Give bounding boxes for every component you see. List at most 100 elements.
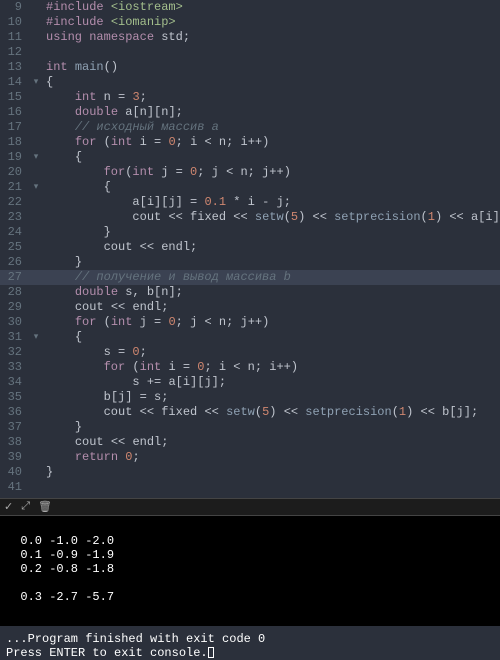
fold-icon <box>30 450 42 465</box>
code-content[interactable]: for (int j = 0; j < n; j++) <box>42 315 269 330</box>
fold-icon[interactable]: ▾ <box>30 180 42 195</box>
line-number: 12 <box>0 45 30 60</box>
fold-icon[interactable]: ▾ <box>30 150 42 165</box>
fold-icon <box>30 285 42 300</box>
line-number: 26 <box>0 255 30 270</box>
clear-icon[interactable]: 🗑 <box>38 500 52 514</box>
code-line[interactable]: 34 s += a[i][j]; <box>0 375 500 390</box>
code-content[interactable] <box>42 480 46 495</box>
code-content[interactable]: #include <iostream> <box>42 0 183 15</box>
code-line[interactable]: 13int main() <box>0 60 500 75</box>
code-content[interactable]: s += a[i][j]; <box>42 375 226 390</box>
fold-icon <box>30 225 42 240</box>
code-line[interactable]: 21▾ { <box>0 180 500 195</box>
code-content[interactable]: #include <iomanip> <box>42 15 176 30</box>
code-content[interactable]: } <box>42 465 53 480</box>
code-line[interactable]: 17 // исходный массив a <box>0 120 500 135</box>
code-line[interactable]: 40} <box>0 465 500 480</box>
fold-icon[interactable]: ▾ <box>30 330 42 345</box>
code-content[interactable]: cout << endl; <box>42 435 168 450</box>
code-content[interactable]: } <box>42 420 82 435</box>
check-icon[interactable]: ✓ <box>4 500 13 514</box>
code-line[interactable]: 9 #include <iostream> <box>0 0 500 15</box>
line-number: 14 <box>0 75 30 90</box>
code-line[interactable]: 30 for (int j = 0; j < n; j++) <box>0 315 500 330</box>
code-content[interactable]: // получение и вывод массива b <box>42 270 291 285</box>
code-line[interactable]: 32 s = 0; <box>0 345 500 360</box>
code-content[interactable]: for (int i = 0; i < n; i++) <box>42 360 298 375</box>
fold-icon <box>30 15 42 30</box>
line-number: 37 <box>0 420 30 435</box>
code-content[interactable]: b[j] = s; <box>42 390 168 405</box>
code-line[interactable]: 25 cout << endl; <box>0 240 500 255</box>
code-line[interactable]: 39 return 0; <box>0 450 500 465</box>
line-number: 31 <box>0 330 30 345</box>
fold-icon <box>30 210 42 225</box>
code-line[interactable]: 18 for (int i = 0; i < n; i++) <box>0 135 500 150</box>
code-line[interactable]: 41 <box>0 480 500 495</box>
code-content[interactable]: int n = 3; <box>42 90 147 105</box>
line-number: 9 <box>0 0 30 15</box>
code-content[interactable]: cout << endl; <box>42 300 168 315</box>
code-content[interactable]: s = 0; <box>42 345 147 360</box>
code-line[interactable]: 29 cout << endl; <box>0 300 500 315</box>
fold-icon[interactable]: ▾ <box>30 75 42 90</box>
line-number: 41 <box>0 480 30 495</box>
code-content[interactable]: cout << fixed << setw(5) << setprecision… <box>42 210 500 225</box>
code-content[interactable]: { <box>42 180 111 195</box>
console-output[interactable]: 0.0 -1.0 -2.0 0.1 -0.9 -1.9 0.2 -0.8 -1.… <box>0 516 500 626</box>
code-content[interactable]: a[i][j] = 0.1 * i - j; <box>42 195 291 210</box>
code-line[interactable]: 11using namespace std; <box>0 30 500 45</box>
code-content[interactable]: } <box>42 255 82 270</box>
fold-icon <box>30 480 42 495</box>
code-content[interactable]: for(int j = 0; j < n; j++) <box>42 165 291 180</box>
code-line[interactable]: 26 } <box>0 255 500 270</box>
code-content[interactable]: { <box>42 75 53 90</box>
line-number: 24 <box>0 225 30 240</box>
code-line[interactable]: 24 } <box>0 225 500 240</box>
code-line[interactable]: 33 for (int i = 0; i < n; i++) <box>0 360 500 375</box>
exit-message: ...Program finished with exit code 0 <box>6 632 265 646</box>
code-line[interactable]: 16 double a[n][n]; <box>0 105 500 120</box>
line-number: 25 <box>0 240 30 255</box>
code-line[interactable]: 12 <box>0 45 500 60</box>
code-content[interactable]: using namespace std; <box>42 30 190 45</box>
code-content[interactable]: cout << endl; <box>42 240 197 255</box>
code-content[interactable]: // исходный массив a <box>42 120 219 135</box>
output-row: 0.3 -2.7 -5.7 <box>6 590 114 604</box>
code-line[interactable]: 37 } <box>0 420 500 435</box>
code-content[interactable]: } <box>42 225 111 240</box>
code-content[interactable]: double s, b[n]; <box>42 285 183 300</box>
code-content[interactable]: return 0; <box>42 450 140 465</box>
line-number: 18 <box>0 135 30 150</box>
code-content[interactable]: cout << fixed << setw(5) << setprecision… <box>42 405 478 420</box>
line-number: 16 <box>0 105 30 120</box>
code-content[interactable] <box>42 45 46 60</box>
code-content[interactable]: { <box>42 150 82 165</box>
code-line[interactable]: 23 cout << fixed << setw(5) << setprecis… <box>0 210 500 225</box>
code-line[interactable]: 38 cout << endl; <box>0 435 500 450</box>
code-line[interactable]: 31▾ { <box>0 330 500 345</box>
code-line[interactable]: 36 cout << fixed << setw(5) << setprecis… <box>0 405 500 420</box>
code-line[interactable]: 14▾{ <box>0 75 500 90</box>
code-content[interactable]: { <box>42 330 82 345</box>
fold-icon <box>30 390 42 405</box>
code-line[interactable]: 27 // получение и вывод массива b <box>0 270 500 285</box>
code-line[interactable]: 35 b[j] = s; <box>0 390 500 405</box>
code-line[interactable]: 10 #include <iomanip> <box>0 15 500 30</box>
code-editor[interactable]: 9 #include <iostream> 10 #include <iomanip>… <box>0 0 500 498</box>
output-row: 0.1 -0.9 -1.9 <box>6 548 114 562</box>
line-number: 36 <box>0 405 30 420</box>
code-content[interactable]: int main() <box>42 60 118 75</box>
expand-icon[interactable]: ⤢ <box>21 501 30 513</box>
code-line[interactable]: 28 double s, b[n]; <box>0 285 500 300</box>
line-number: 21 <box>0 180 30 195</box>
line-number: 10 <box>0 15 30 30</box>
code-content[interactable]: for (int i = 0; i < n; i++) <box>42 135 269 150</box>
code-content[interactable]: double a[n][n]; <box>42 105 183 120</box>
code-line[interactable]: 22 a[i][j] = 0.1 * i - j; <box>0 195 500 210</box>
code-line[interactable]: 15 int n = 3; <box>0 90 500 105</box>
code-line[interactable]: 20 for(int j = 0; j < n; j++) <box>0 165 500 180</box>
code-line[interactable]: 19▾ { <box>0 150 500 165</box>
fold-icon <box>30 420 42 435</box>
